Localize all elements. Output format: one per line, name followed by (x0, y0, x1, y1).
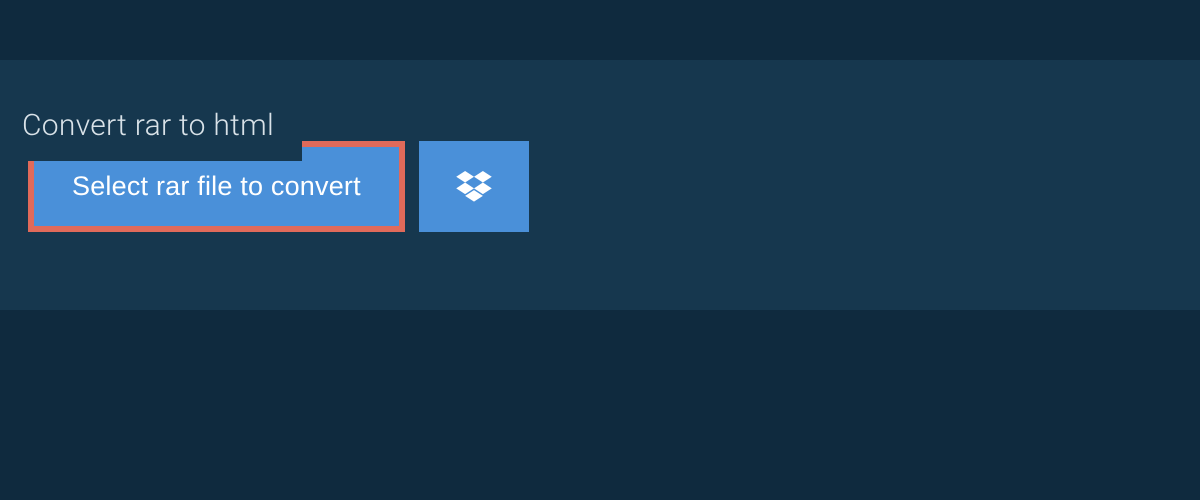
select-file-label: Select rar file to convert (72, 171, 361, 201)
bottom-background (0, 310, 1200, 500)
top-background (0, 0, 1200, 60)
tab-convert[interactable]: Convert rar to html (0, 92, 302, 161)
dropbox-icon (456, 171, 492, 203)
dropbox-button[interactable] (419, 141, 529, 232)
tab-label: Convert rar to html (22, 108, 274, 143)
